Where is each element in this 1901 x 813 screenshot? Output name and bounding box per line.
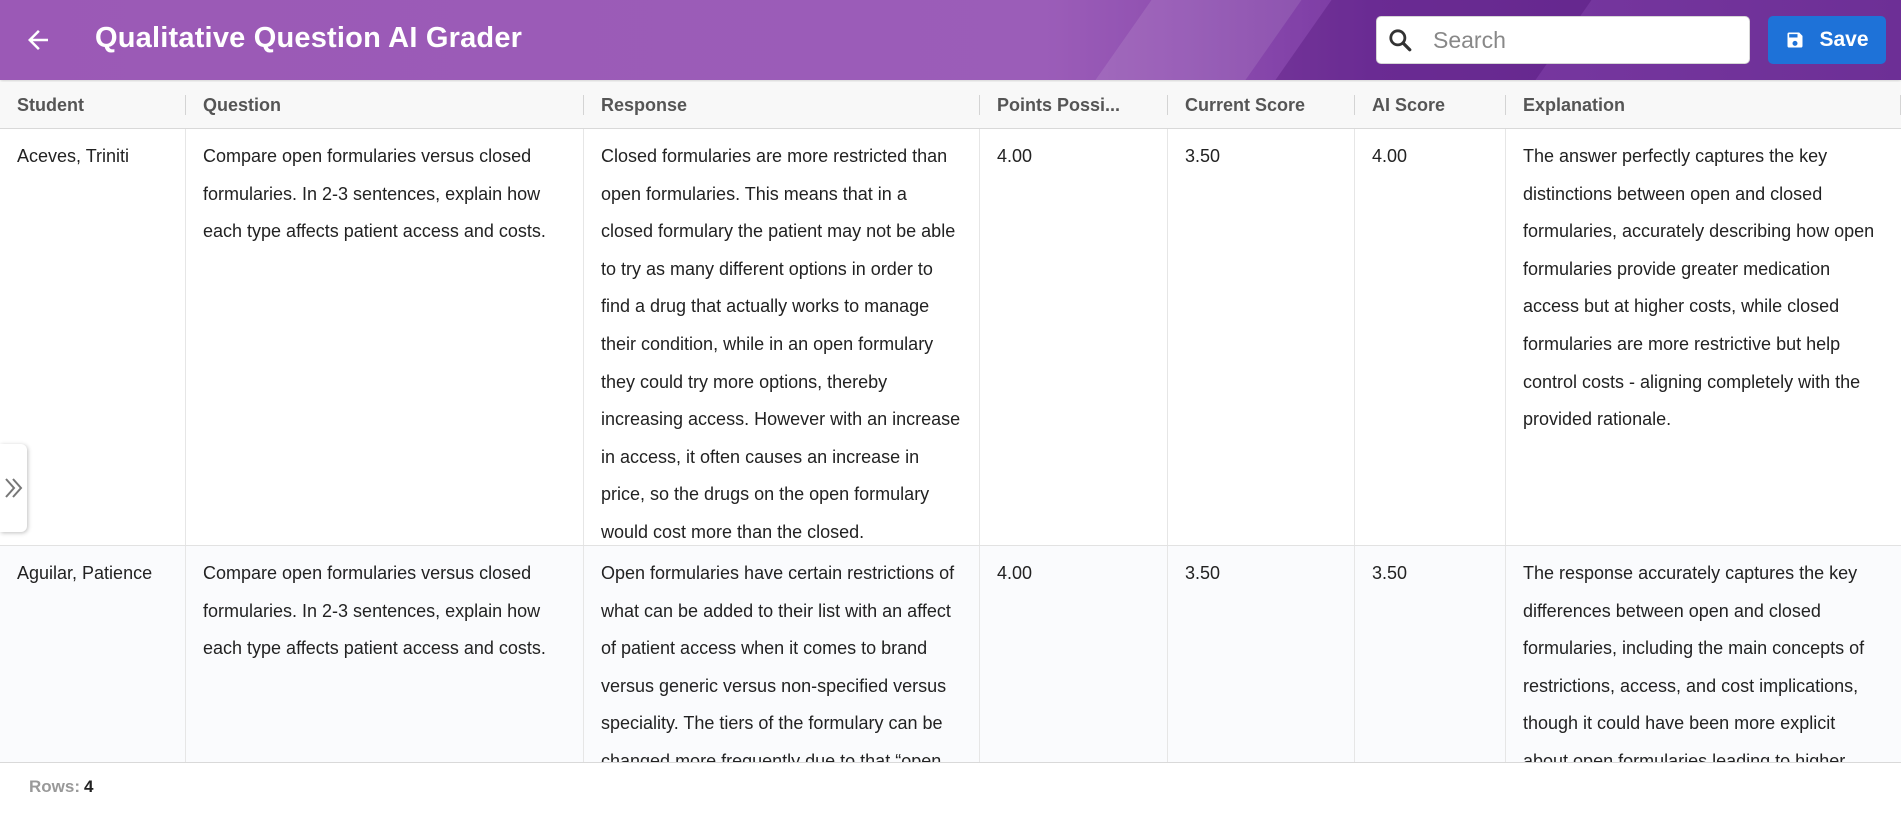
cell-question[interactable]: Compare open formularies versus closed f…: [186, 546, 584, 762]
grader-table: Student Question Response Points Possi..…: [0, 82, 1901, 762]
cell-ai-score[interactable]: 3.50: [1355, 546, 1506, 762]
rows-label: Rows:: [29, 777, 80, 796]
column-header-response[interactable]: Response: [584, 82, 980, 128]
arrow-left-icon: [28, 30, 48, 50]
cell-response[interactable]: Closed formularies are more restricted t…: [584, 129, 980, 545]
rows-count: 4: [84, 777, 94, 796]
cell-ai-score[interactable]: 4.00: [1355, 129, 1506, 545]
row-count: Rows: 4: [29, 777, 93, 797]
column-header-question[interactable]: Question: [186, 82, 584, 128]
save-button[interactable]: Save: [1768, 16, 1886, 64]
cell-student[interactable]: Aguilar, Patience: [0, 546, 186, 762]
search-box[interactable]: [1376, 16, 1750, 64]
column-header-student[interactable]: Student: [0, 82, 186, 128]
search-input[interactable]: [1431, 25, 1735, 55]
header-decoration: [1081, 0, 1309, 80]
search-icon: [1377, 27, 1423, 53]
app-header: Qualitative Question AI Grader Save: [0, 0, 1901, 80]
page-title: Qualitative Question AI Grader: [95, 22, 523, 54]
cell-current-score[interactable]: 3.50: [1168, 129, 1355, 545]
table-row[interactable]: Aguilar, Patience Compare open formulari…: [0, 546, 1901, 762]
column-header-current-score[interactable]: Current Score: [1168, 82, 1355, 128]
table-row[interactable]: Aceves, Triniti Compare open formularies…: [0, 129, 1901, 546]
cell-points-possible[interactable]: 4.00: [980, 546, 1168, 762]
cell-current-score[interactable]: 3.50: [1168, 546, 1355, 762]
cell-student[interactable]: Aceves, Triniti: [0, 129, 186, 545]
table-body: Aceves, Triniti Compare open formularies…: [0, 129, 1901, 762]
save-label: Save: [1819, 28, 1869, 51]
cell-explanation[interactable]: The response accurately captures the key…: [1506, 546, 1901, 762]
table-footer: Rows: 4: [0, 762, 1901, 813]
floppy-disk-icon: [1787, 32, 1803, 48]
cell-response[interactable]: Open formularies have certain restrictio…: [584, 546, 980, 762]
column-header-points-possible[interactable]: Points Possi...: [980, 82, 1168, 128]
column-header-ai-score[interactable]: AI Score: [1355, 82, 1506, 128]
column-header-explanation[interactable]: Explanation: [1506, 82, 1901, 128]
cell-points-possible[interactable]: 4.00: [980, 129, 1168, 545]
side-panel-expander[interactable]: [0, 444, 27, 532]
back-button[interactable]: [18, 20, 58, 60]
cell-explanation[interactable]: The answer perfectly captures the key di…: [1506, 129, 1901, 545]
cell-question[interactable]: Compare open formularies versus closed f…: [186, 129, 584, 545]
table-header: Student Question Response Points Possi..…: [0, 82, 1901, 129]
double-chevron-right-icon: [4, 478, 22, 498]
